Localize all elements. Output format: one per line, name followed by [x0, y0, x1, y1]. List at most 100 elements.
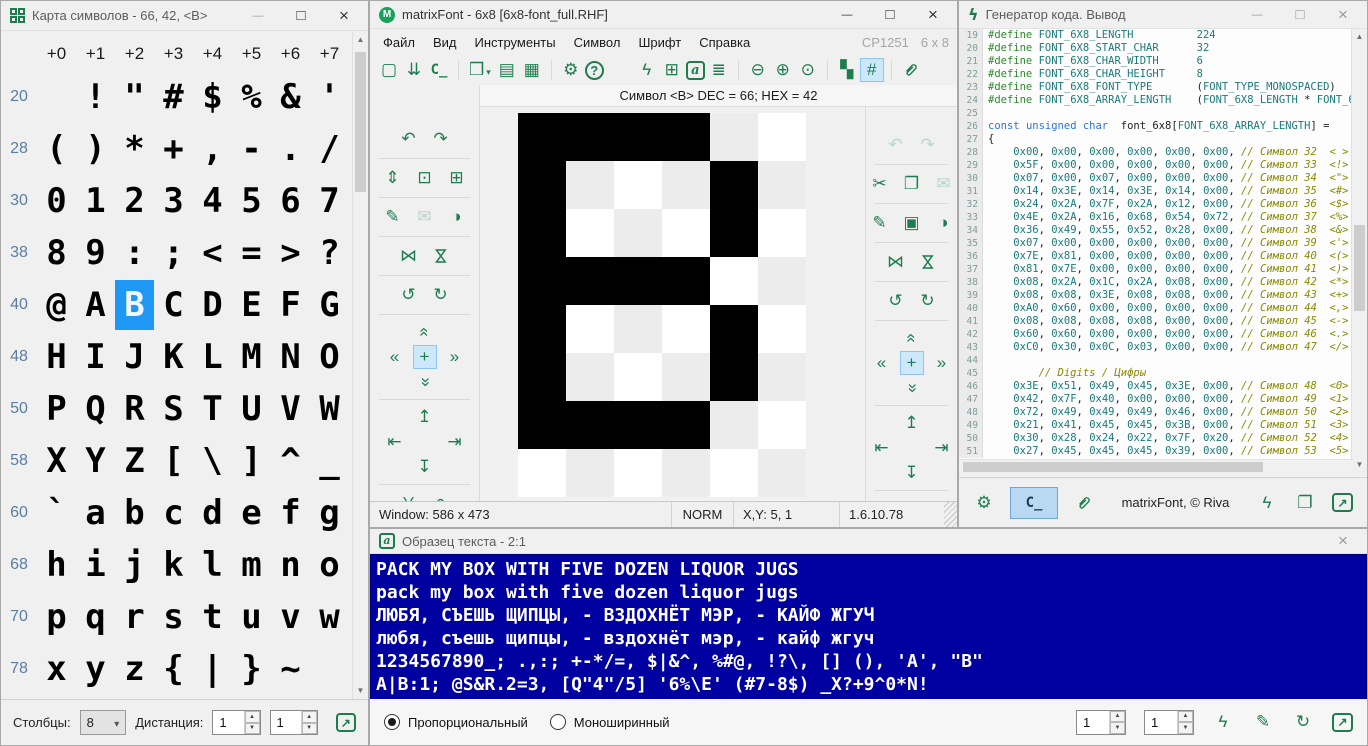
pixel-cell[interactable] — [566, 257, 614, 305]
scrollbar-thumb[interactable] — [355, 52, 366, 192]
radio-proportional[interactable] — [384, 714, 400, 730]
pixel-cell[interactable] — [518, 353, 566, 401]
snap-top-icon[interactable]: ↥ — [901, 412, 923, 434]
pixel-cell[interactable] — [710, 401, 758, 449]
distance-y-spinner[interactable]: 1 — [270, 710, 318, 735]
c-code-icon[interactable]: C_ — [428, 59, 450, 81]
edit-icon[interactable]: ✎ — [1252, 711, 1274, 733]
preview-icon[interactable]: ▚ — [836, 59, 858, 81]
spin-down-icon[interactable] — [1178, 722, 1193, 734]
pixel-grid[interactable] — [518, 113, 806, 497]
char-cell[interactable]: Y — [76, 436, 115, 486]
minimize-icon[interactable] — [240, 3, 276, 29]
charmap-scrollbar[interactable] — [352, 32, 368, 699]
char-cell[interactable]: ~ — [271, 644, 310, 694]
char-cell[interactable]: o — [310, 540, 349, 590]
char-cell[interactable]: S — [154, 384, 193, 434]
char-cell[interactable]: 6 — [271, 176, 310, 226]
attach-icon[interactable] — [900, 59, 922, 81]
pixel-cell[interactable] — [710, 161, 758, 209]
pixel-cell[interactable] — [566, 113, 614, 161]
flip-horizontal-icon[interactable]: ⋈ — [885, 251, 907, 273]
settings-gear-icon[interactable]: ⚙ — [560, 59, 582, 81]
invert-icon[interactable]: ◑ — [933, 212, 955, 234]
char-cell[interactable]: f — [271, 488, 310, 538]
pixel-cell[interactable] — [758, 353, 806, 401]
close-icon[interactable] — [326, 3, 362, 29]
shift-down-icon[interactable]: « — [901, 377, 923, 399]
char-cell[interactable]: D — [193, 280, 232, 330]
charmap-titlebar[interactable]: Карта символов - 66, 42, <B> — [1, 1, 368, 31]
char-cell[interactable]: y — [76, 644, 115, 694]
char-cell[interactable]: < — [193, 228, 232, 278]
attach-icon[interactable] — [1073, 492, 1095, 514]
char-list-icon[interactable]: ≣ — [708, 59, 730, 81]
row-height-icon[interactable]: ⇕ — [382, 167, 404, 189]
char-cell[interactable]: c — [154, 488, 193, 538]
radio-monospaced[interactable] — [550, 714, 566, 730]
char-cell[interactable]: ` — [37, 488, 76, 538]
spin-down-icon[interactable] — [302, 723, 317, 735]
char-cell[interactable]: 3 — [154, 176, 193, 226]
pixel-cell[interactable] — [566, 449, 614, 497]
sample-text-icon[interactable]: a — [686, 61, 705, 80]
pixel-cell[interactable] — [758, 449, 806, 497]
char-cell[interactable]: ; — [154, 228, 193, 278]
char-cell[interactable]: I — [76, 332, 115, 382]
snap-top-icon[interactable]: ↥ — [414, 406, 436, 428]
shift-down-icon[interactable]: « — [414, 371, 436, 393]
menu-symbol[interactable]: Символ — [565, 31, 630, 54]
pixel-cell[interactable] — [614, 209, 662, 257]
shift-up-icon[interactable]: « — [901, 327, 923, 349]
menu-view[interactable]: Вид — [424, 31, 466, 54]
char-cell[interactable]: O — [310, 332, 349, 382]
char-cell[interactable]: w — [310, 592, 349, 642]
char-cell[interactable]: 7 — [310, 176, 349, 226]
char-cell[interactable]: R — [115, 384, 154, 434]
zoom-in-icon[interactable]: ⊕ — [772, 59, 794, 81]
export-icon[interactable]: ↗ — [336, 713, 356, 732]
pixel-cell[interactable] — [566, 161, 614, 209]
pixel-cell[interactable] — [566, 305, 614, 353]
codegen-titlebar[interactable]: ϟ Генератор кода. Вывод — [959, 1, 1367, 29]
pixel-cell[interactable] — [518, 113, 566, 161]
cut-icon[interactable]: ✂ — [869, 173, 891, 195]
char-cell[interactable]: d — [193, 488, 232, 538]
char-cell[interactable] — [310, 644, 349, 694]
char-cell[interactable]: & — [271, 72, 310, 122]
char-cell[interactable]: # — [154, 72, 193, 122]
char-cell[interactable]: n — [271, 540, 310, 590]
pixel-cell[interactable] — [710, 257, 758, 305]
char-cell[interactable]: 1 — [76, 176, 115, 226]
char-cell[interactable]: s — [154, 592, 193, 642]
pixel-cell[interactable] — [614, 161, 662, 209]
char-cell[interactable]: " — [115, 72, 154, 122]
pixel-cell[interactable] — [518, 209, 566, 257]
window-mode-icon[interactable]: ❒ — [467, 59, 493, 81]
char-cell[interactable]: : — [115, 228, 154, 278]
pixel-cell[interactable] — [614, 449, 662, 497]
pixel-cell[interactable] — [566, 209, 614, 257]
spin-up-icon[interactable] — [302, 711, 317, 723]
maximize-icon[interactable] — [1282, 2, 1318, 28]
char-cell[interactable]: [ — [154, 436, 193, 486]
snap-right-icon[interactable]: ⇥ — [931, 437, 953, 459]
char-cell[interactable]: $ — [193, 72, 232, 122]
char-cell[interactable]: , — [193, 124, 232, 174]
distance-x-spinner[interactable]: 1 — [212, 710, 260, 735]
spin-down-icon[interactable] — [245, 723, 260, 735]
new-font-icon[interactable]: ▢ — [378, 59, 400, 81]
char-cell[interactable]: ] — [232, 436, 271, 486]
char-cell[interactable]: _ — [310, 436, 349, 486]
snap-left-icon[interactable]: ⇤ — [384, 431, 406, 453]
crop-icon[interactable]: ⊡ — [414, 167, 436, 189]
pixel-cell[interactable] — [518, 449, 566, 497]
pixel-canvas[interactable] — [480, 107, 865, 501]
char-cell[interactable]: P — [37, 384, 76, 434]
char-cell[interactable]: X — [37, 436, 76, 486]
pixel-cell[interactable] — [566, 353, 614, 401]
pixel-cell[interactable] — [566, 401, 614, 449]
pixel-cell[interactable] — [518, 161, 566, 209]
pixel-cell[interactable] — [662, 353, 710, 401]
zoom-reset-icon[interactable]: ⊙ — [797, 59, 819, 81]
